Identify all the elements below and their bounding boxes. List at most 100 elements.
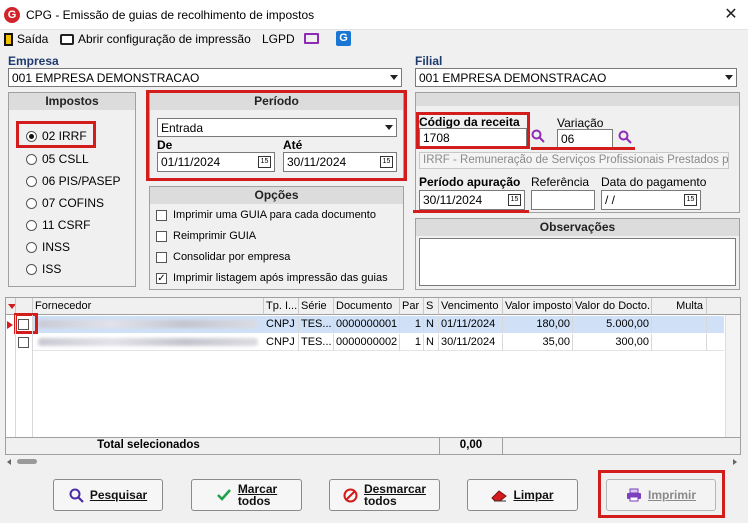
marcar-label-wrap: Marcar todos (238, 483, 277, 507)
opcao-label: Reimprimir GUIA (173, 230, 257, 242)
radio-label: INSS (42, 240, 71, 254)
cell-s: N (424, 316, 439, 333)
radio-dot (26, 175, 37, 187)
impostos-title: Impostos (9, 93, 135, 110)
abrir-config-label: Abrir configuração de impressão (78, 32, 251, 46)
radio-dot (26, 241, 37, 253)
cell-par: 1 (400, 334, 424, 351)
opcao-reimprimir[interactable]: Reimprimir GUIA (156, 230, 256, 242)
highlight-codigo (416, 112, 530, 149)
col-valor-docto[interactable]: Valor do Docto. (573, 298, 652, 315)
col-valor-imposto[interactable]: Valor imposto (503, 298, 573, 315)
variacao-field[interactable]: 06 (557, 129, 613, 149)
close-icon[interactable]: ✕ (720, 4, 742, 26)
cell-serie: TES... (299, 334, 334, 351)
col-multa[interactable]: Multa (652, 298, 707, 315)
col-serie[interactable]: Série (299, 298, 334, 315)
cell-s: N (424, 334, 439, 351)
highlight-imprimir (598, 470, 725, 518)
search-icon[interactable] (618, 130, 632, 144)
highlight-periodo (146, 90, 407, 181)
saida-label: Saída (17, 32, 49, 46)
radio-07-cofins[interactable]: 07 COFINS (26, 196, 104, 210)
scroll-thumb[interactable] (17, 459, 37, 464)
pesquisar-button[interactable]: Pesquisar (53, 479, 163, 511)
col-fornecedor[interactable]: Fornecedor (33, 298, 264, 315)
cell-documento: 0000000002 (334, 334, 400, 351)
radio-dot (26, 263, 37, 275)
highlight-irrf (16, 121, 96, 148)
cell-valor-docto: 5.000,00 (573, 316, 652, 333)
periodo-apuracao-field[interactable]: 30/11/2024 15 (419, 190, 525, 210)
observacoes-title: Observações (416, 219, 739, 236)
eraser-icon (491, 489, 508, 501)
col-documento[interactable]: Documento (334, 298, 400, 315)
checkbox-checked: ✓ (156, 272, 167, 284)
radio-inss[interactable]: INSS (26, 240, 70, 254)
data-pagamento-field[interactable]: / / 15 (601, 190, 701, 210)
radio-05-csll[interactable]: 05 CSLL (26, 152, 89, 166)
sort-down-icon (8, 304, 15, 309)
radio-06-pis[interactable]: 06 PIS/PASEP (26, 174, 121, 188)
filial-label: Filial (415, 54, 443, 68)
window-title: CPG - Emissão de guias de recolhimento d… (26, 8, 315, 22)
cell-tipo: CNPJ (264, 334, 299, 351)
col-vencimento[interactable]: Vencimento (439, 298, 503, 315)
desmarcar-label-wrap: Desmarcar todos (364, 483, 426, 507)
cell-multa (652, 334, 707, 351)
empresa-select[interactable]: 001 EMPRESA DEMONSTRACAO (8, 68, 402, 87)
radio-dot (26, 219, 37, 231)
radio-label: ISS (42, 262, 62, 276)
calendar-icon[interactable]: 15 (508, 194, 521, 206)
radio-label: 11 CSRF (42, 218, 91, 232)
scroll-left-icon[interactable] (7, 459, 11, 465)
opcao-label: Consolidar por empresa (173, 251, 291, 263)
row-checkbox[interactable] (18, 337, 29, 348)
marcar-todos-button[interactable]: Marcar todos (191, 479, 302, 511)
referencia-field[interactable] (531, 190, 595, 210)
app-g-icon[interactable]: G (336, 31, 351, 46)
filial-select[interactable]: 001 EMPRESA DEMONSTRACAO (415, 68, 737, 87)
col-tipo[interactable]: Tp. I... (264, 298, 299, 315)
cell-documento: 0000000001 (334, 316, 400, 333)
observacoes-textarea[interactable] (419, 238, 736, 286)
grid-line (32, 315, 33, 437)
highlight-row-checkbox (14, 313, 38, 334)
search-icon (69, 488, 84, 503)
cell-vencimento: 30/11/2024 (439, 334, 503, 351)
calendar-icon[interactable]: 15 (684, 194, 697, 206)
opcao-consolidar[interactable]: Consolidar por empresa (156, 251, 290, 263)
prohibited-icon (343, 488, 358, 502)
radio-label: 06 PIS/PASEP (42, 174, 121, 188)
lgpd-button[interactable]: LGPD (262, 32, 295, 46)
opcao-imprimir-listagem[interactable]: ✓ Imprimir listagem após impressão das gu… (156, 272, 388, 284)
checkbox (156, 230, 167, 242)
radio-11-csrf[interactable]: 11 CSRF (26, 218, 90, 232)
total-label: Total selecionados (97, 439, 200, 451)
cell-valor-docto: 300,00 (573, 334, 652, 351)
opcao-guia-por-documento[interactable]: Imprimir uma GUIA para cada documento (156, 209, 376, 221)
limpar-button[interactable]: Limpar (467, 479, 578, 511)
search-icon[interactable] (531, 129, 545, 143)
exit-door-icon (4, 32, 13, 46)
vertical-scrollbar[interactable] (725, 315, 740, 437)
col-filler (707, 298, 740, 315)
desmarcar-todos-button[interactable]: Desmarcar todos (329, 479, 440, 511)
col-par[interactable]: Par (400, 298, 424, 315)
limpar-label: Limpar (513, 488, 554, 502)
radio-dot (26, 153, 37, 165)
periodo-apuracao-label: Período apuração (419, 175, 521, 189)
radio-iss[interactable]: ISS (26, 262, 61, 276)
pesquisar-label: Pesquisar (89, 488, 148, 502)
printer-icon (60, 33, 74, 45)
col-s[interactable]: S (424, 298, 439, 315)
abrir-config-button[interactable]: Abrir configuração de impressão (60, 32, 251, 46)
cell-tipo: CNPJ (264, 316, 299, 333)
scroll-right-icon[interactable] (733, 459, 737, 465)
cell-par: 1 (400, 316, 424, 333)
highlight-periodo-apuracao (413, 210, 529, 213)
saida-button[interactable]: Saída (4, 32, 48, 46)
opcoes-title: Opções (150, 187, 403, 204)
horizontal-scrollbar[interactable] (5, 455, 741, 468)
monitor-icon[interactable] (304, 33, 319, 44)
